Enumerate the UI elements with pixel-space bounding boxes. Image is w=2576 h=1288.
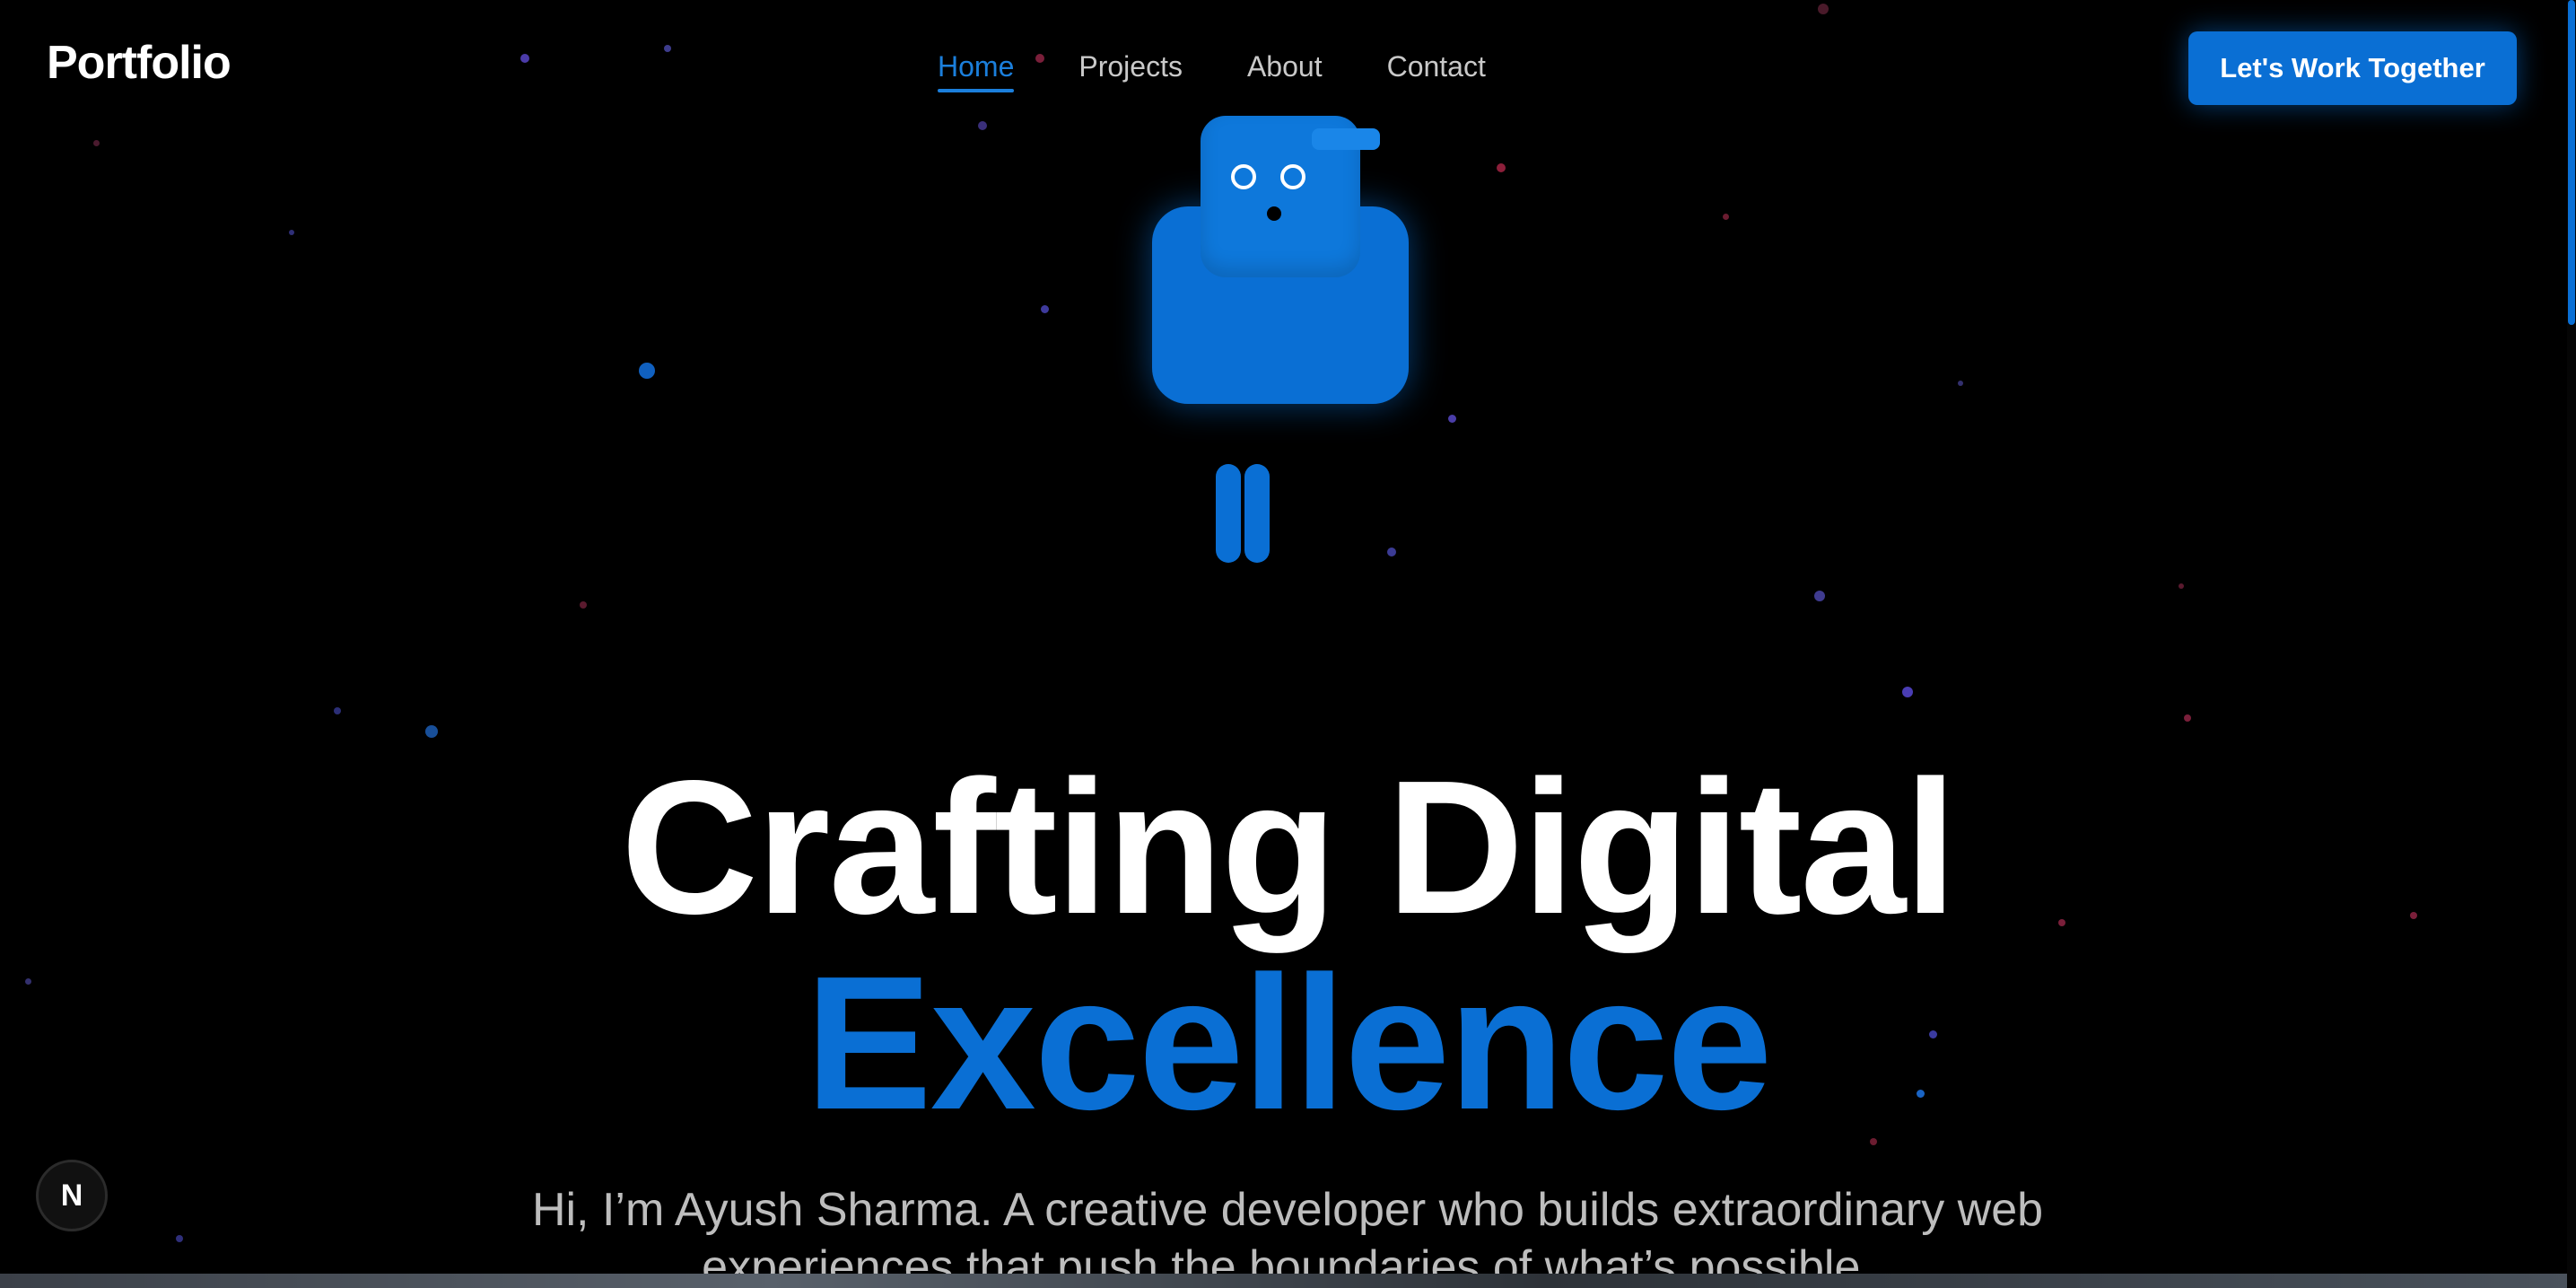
star	[425, 725, 438, 738]
nav-home[interactable]: Home	[938, 50, 1015, 92]
star	[289, 230, 294, 235]
hero-headline-line2: Excellence	[805, 936, 1772, 1149]
robot-left-leg	[1216, 464, 1241, 563]
star	[1818, 4, 1829, 14]
work-together-button[interactable]: Let's Work Together	[2188, 31, 2517, 105]
star	[93, 140, 100, 146]
nav-contact[interactable]: Contact	[1387, 50, 1486, 91]
main-nav: Home Projects About Contact	[938, 50, 1486, 92]
robot-right-leg	[1244, 464, 1270, 563]
robot-hat	[1312, 128, 1380, 150]
star	[1870, 1138, 1877, 1145]
robot-mascot-icon	[1148, 112, 1418, 570]
star	[1041, 305, 1049, 313]
star	[664, 45, 671, 52]
star	[639, 363, 655, 379]
robot-head	[1201, 116, 1380, 277]
scrollbar-thumb[interactable]	[2568, 0, 2575, 325]
star	[1958, 381, 1963, 386]
star	[580, 601, 587, 609]
star	[1723, 214, 1729, 220]
nextjs-logo-icon[interactable]: N	[36, 1160, 108, 1231]
star	[1448, 415, 1456, 423]
star	[176, 1235, 183, 1242]
star	[1497, 163, 1506, 172]
star	[334, 707, 341, 714]
nav-projects[interactable]: Projects	[1078, 50, 1183, 91]
hero-headline-line1: Crafting Digital	[620, 740, 1957, 953]
robot-right-eye	[1280, 164, 1305, 189]
robot-nose	[1267, 206, 1281, 221]
brand-logo[interactable]: Portfolio	[47, 36, 231, 90]
bottom-image-strip	[0, 1274, 2576, 1288]
nav-about[interactable]: About	[1247, 50, 1323, 91]
star	[2184, 714, 2191, 722]
star	[520, 54, 529, 63]
star	[1814, 591, 1825, 601]
robot-left-eye	[1231, 164, 1256, 189]
star	[2179, 583, 2184, 589]
hero-intro-text: Hi, I’m Ayush Sharma. A creative develop…	[531, 1184, 2044, 1288]
scrollbar[interactable]	[2567, 0, 2576, 1288]
star	[1902, 687, 1913, 697]
star	[978, 121, 987, 130]
